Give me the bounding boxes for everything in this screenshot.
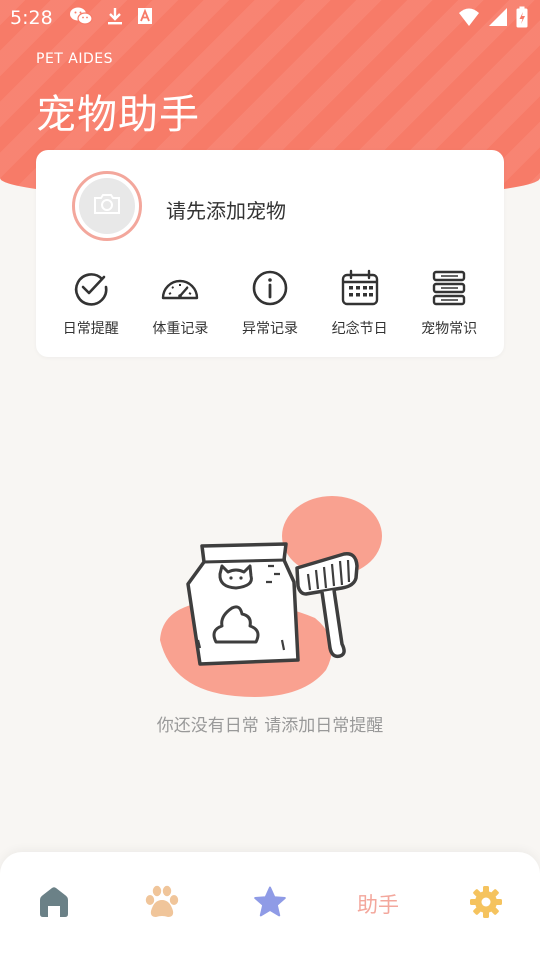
page-title: 宠物助手 (36, 92, 200, 138)
add-pet-prompt[interactable]: 请先添加宠物 (166, 195, 286, 224)
empty-state-message: 你还没有日常 请添加日常提醒 (156, 716, 384, 736)
quick-action-daily-reminder[interactable]: 日常提醒 (49, 268, 133, 338)
quick-action-label: 异常记录 (241, 321, 298, 337)
quick-action-abnormal-record[interactable]: 异常记录 (228, 268, 312, 338)
quick-action-label: 纪念节日 (331, 321, 388, 337)
pet-avatar-button[interactable] (72, 171, 142, 241)
quick-actions: 日常提醒 体重记录 异常记录 纪念节日 宠物常识 (36, 268, 504, 338)
header-subtitle: PET AIDES (36, 51, 114, 67)
home-icon (37, 886, 71, 922)
gear-icon (469, 885, 503, 923)
check-circle-icon (71, 268, 111, 312)
empty-state-illustration (150, 490, 390, 710)
camera-icon (92, 192, 122, 220)
a-box-icon (137, 7, 153, 29)
database-icon (429, 268, 469, 312)
quick-action-weight-record[interactable]: 体重记录 (138, 268, 222, 338)
status-icons-left (69, 6, 153, 30)
battery-charging-icon (516, 6, 528, 32)
quick-action-label: 体重记录 (152, 321, 209, 337)
download-icon (107, 6, 123, 30)
signal-icon (488, 7, 508, 31)
avatar-placeholder (79, 178, 135, 234)
paw-icon (144, 885, 180, 923)
nav-assistant-label: 助手 (357, 893, 399, 917)
quick-action-label: 宠物常识 (421, 321, 478, 337)
wifi-icon (458, 7, 480, 31)
quick-action-anniversary[interactable]: 纪念节日 (318, 268, 402, 338)
nav-home[interactable] (24, 884, 84, 924)
gauge-icon (160, 268, 200, 312)
status-bar: 5:28 (0, 0, 540, 36)
wechat-icon (69, 6, 93, 30)
calendar-icon (340, 268, 380, 312)
status-icons-right (458, 6, 528, 32)
status-time: 5:28 (10, 7, 53, 29)
bottom-nav: 助手 (0, 852, 540, 960)
nav-assistant[interactable]: 助手 (348, 884, 408, 924)
pet-card: 请先添加宠物 日常提醒 体重记录 异常记录 纪念节日 宠物常识 (36, 150, 504, 357)
nav-favorites[interactable] (240, 884, 300, 924)
star-icon (253, 886, 287, 922)
info-icon (250, 268, 290, 312)
nav-pets[interactable] (132, 884, 192, 924)
nav-settings[interactable] (456, 884, 516, 924)
quick-action-label: 日常提醒 (62, 321, 119, 337)
quick-action-pet-knowledge[interactable]: 宠物常识 (407, 268, 491, 338)
